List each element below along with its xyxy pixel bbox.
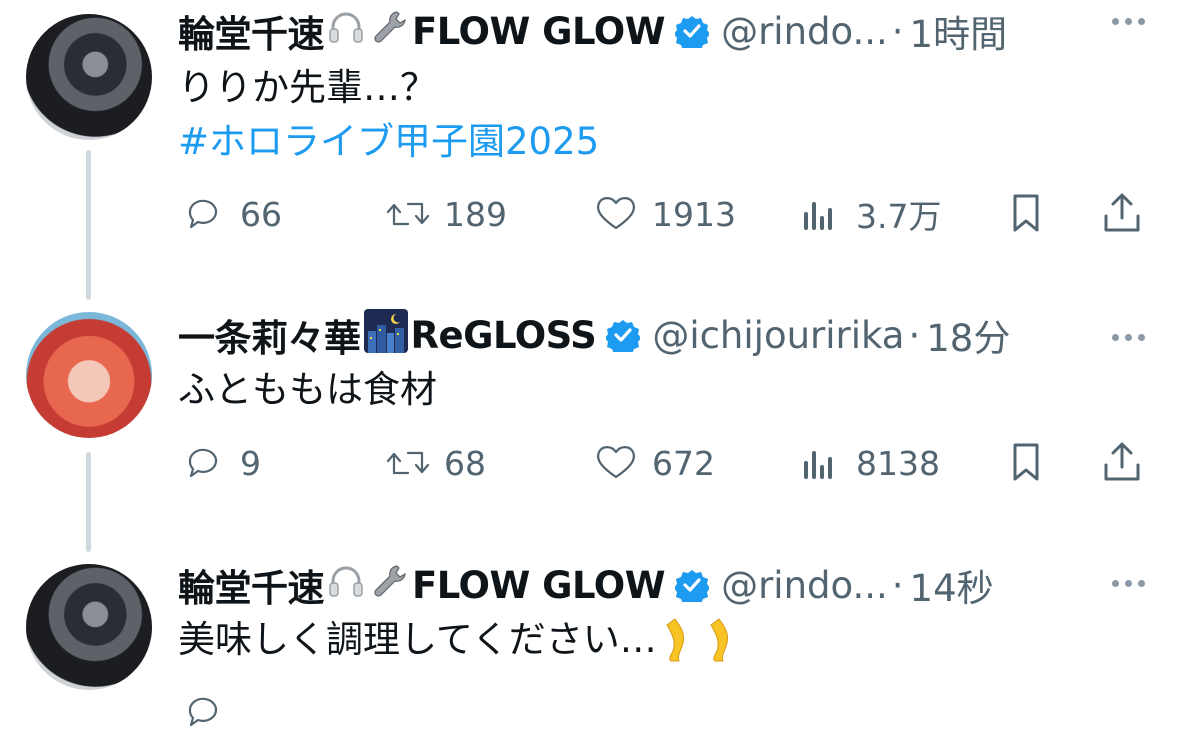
- views-icon: [804, 451, 832, 479]
- more-options-icon[interactable]: [1112, 18, 1145, 25]
- tweet-header: 輪堂千速 FLOW GLOW @rindo... · 1時間: [178, 8, 1007, 57]
- reply-button[interactable]: 66: [178, 188, 282, 240]
- like-button[interactable]: 672: [590, 437, 715, 489]
- views-icon: [804, 202, 832, 230]
- verified-badge-icon: [674, 14, 711, 52]
- views-button[interactable]: 8138: [794, 437, 940, 489]
- bookmark-button[interactable]: [1000, 188, 1052, 240]
- leg-icon: [666, 617, 684, 661]
- tweet-text: りりか先輩…？: [178, 66, 437, 109]
- reply-button[interactable]: 9: [178, 437, 261, 489]
- headphone-icon: [327, 562, 365, 609]
- affiliation: FLOW GLOW: [412, 9, 666, 53]
- tweet-header: 輪堂千速 FLOW GLOW @rindo... · 14秒: [178, 562, 994, 611]
- reply-icon: [188, 199, 218, 229]
- tweet-text: ふとももは食材: [178, 368, 437, 411]
- affiliation: ReGLOSS: [410, 313, 597, 357]
- display-name[interactable]: 輪堂千速: [178, 558, 325, 612]
- like-button[interactable]: 1913: [590, 188, 736, 240]
- avatar[interactable]: [26, 14, 152, 140]
- leg-icon: [710, 617, 728, 661]
- reply-count: 9: [240, 443, 261, 483]
- wrench-icon: [371, 562, 409, 609]
- reply-count: 66: [240, 194, 282, 234]
- share-icon: [1104, 193, 1140, 232]
- hashtag-link[interactable]: #ホロライブ甲子園2025: [178, 116, 599, 168]
- like-count: 1913: [652, 194, 736, 234]
- timestamp[interactable]: 18分: [926, 308, 1010, 362]
- wrench-icon: [371, 8, 409, 55]
- handle[interactable]: @rindo...: [721, 564, 888, 607]
- views-button[interactable]: 3.7万: [794, 188, 941, 240]
- handle[interactable]: @rindo...: [721, 10, 888, 53]
- display-name[interactable]: 輪堂千速: [178, 4, 325, 58]
- verified-badge-icon: [605, 318, 642, 356]
- more-options-icon[interactable]: [1112, 334, 1145, 341]
- bookmark-icon: [1013, 194, 1039, 232]
- retweet-button[interactable]: 189: [382, 188, 507, 240]
- retweet-count: 68: [444, 443, 486, 483]
- headphone-icon: [327, 8, 365, 55]
- tweet-text: 美味しく調理してください…: [178, 618, 657, 661]
- action-bar: [178, 686, 1148, 738]
- verified-badge-icon: [674, 568, 711, 606]
- display-name[interactable]: 一条莉々華: [178, 308, 361, 362]
- reply-button[interactable]: [178, 686, 230, 738]
- thread-line: [86, 452, 91, 552]
- retweet-icon: [386, 451, 430, 475]
- view-count: 8138: [856, 443, 940, 483]
- retweet-count: 189: [444, 194, 507, 234]
- tweet-header: 一条莉々華 ReGLOSS @ichijouririka · 18分: [178, 308, 1010, 360]
- separator-dot: ·: [891, 9, 904, 53]
- avatar[interactable]: [26, 564, 152, 690]
- timestamp[interactable]: 1時間: [910, 4, 1008, 58]
- more-options-icon[interactable]: [1112, 580, 1145, 587]
- view-count: 3.7万: [856, 197, 942, 236]
- tweet-text-line: 美味しく調理してください…: [178, 614, 745, 667]
- avatar[interactable]: [26, 312, 152, 438]
- share-icon: [1104, 442, 1140, 481]
- share-button[interactable]: [1096, 437, 1148, 489]
- bookmark-button[interactable]: [1000, 437, 1052, 489]
- share-button[interactable]: [1096, 188, 1148, 240]
- heart-icon: [597, 446, 635, 479]
- reply-icon: [188, 448, 218, 478]
- retweet-icon: [386, 202, 430, 226]
- like-count: 672: [652, 443, 715, 483]
- separator-dot: ·: [891, 563, 904, 607]
- reply-icon: [188, 697, 218, 727]
- timestamp[interactable]: 14秒: [910, 558, 994, 612]
- affiliation: FLOW GLOW: [412, 563, 666, 607]
- night-city-icon: [363, 308, 408, 362]
- handle[interactable]: @ichijouririka: [652, 314, 904, 357]
- thread-line: [86, 150, 91, 300]
- action-bar: 66 189 1913 3.7万: [178, 188, 1148, 240]
- action-bar: 9 68 672 8138: [178, 437, 1148, 489]
- bookmark-icon: [1013, 443, 1039, 481]
- heart-icon: [597, 197, 635, 230]
- retweet-button[interactable]: 68: [382, 437, 486, 489]
- separator-dot: ·: [908, 313, 921, 357]
